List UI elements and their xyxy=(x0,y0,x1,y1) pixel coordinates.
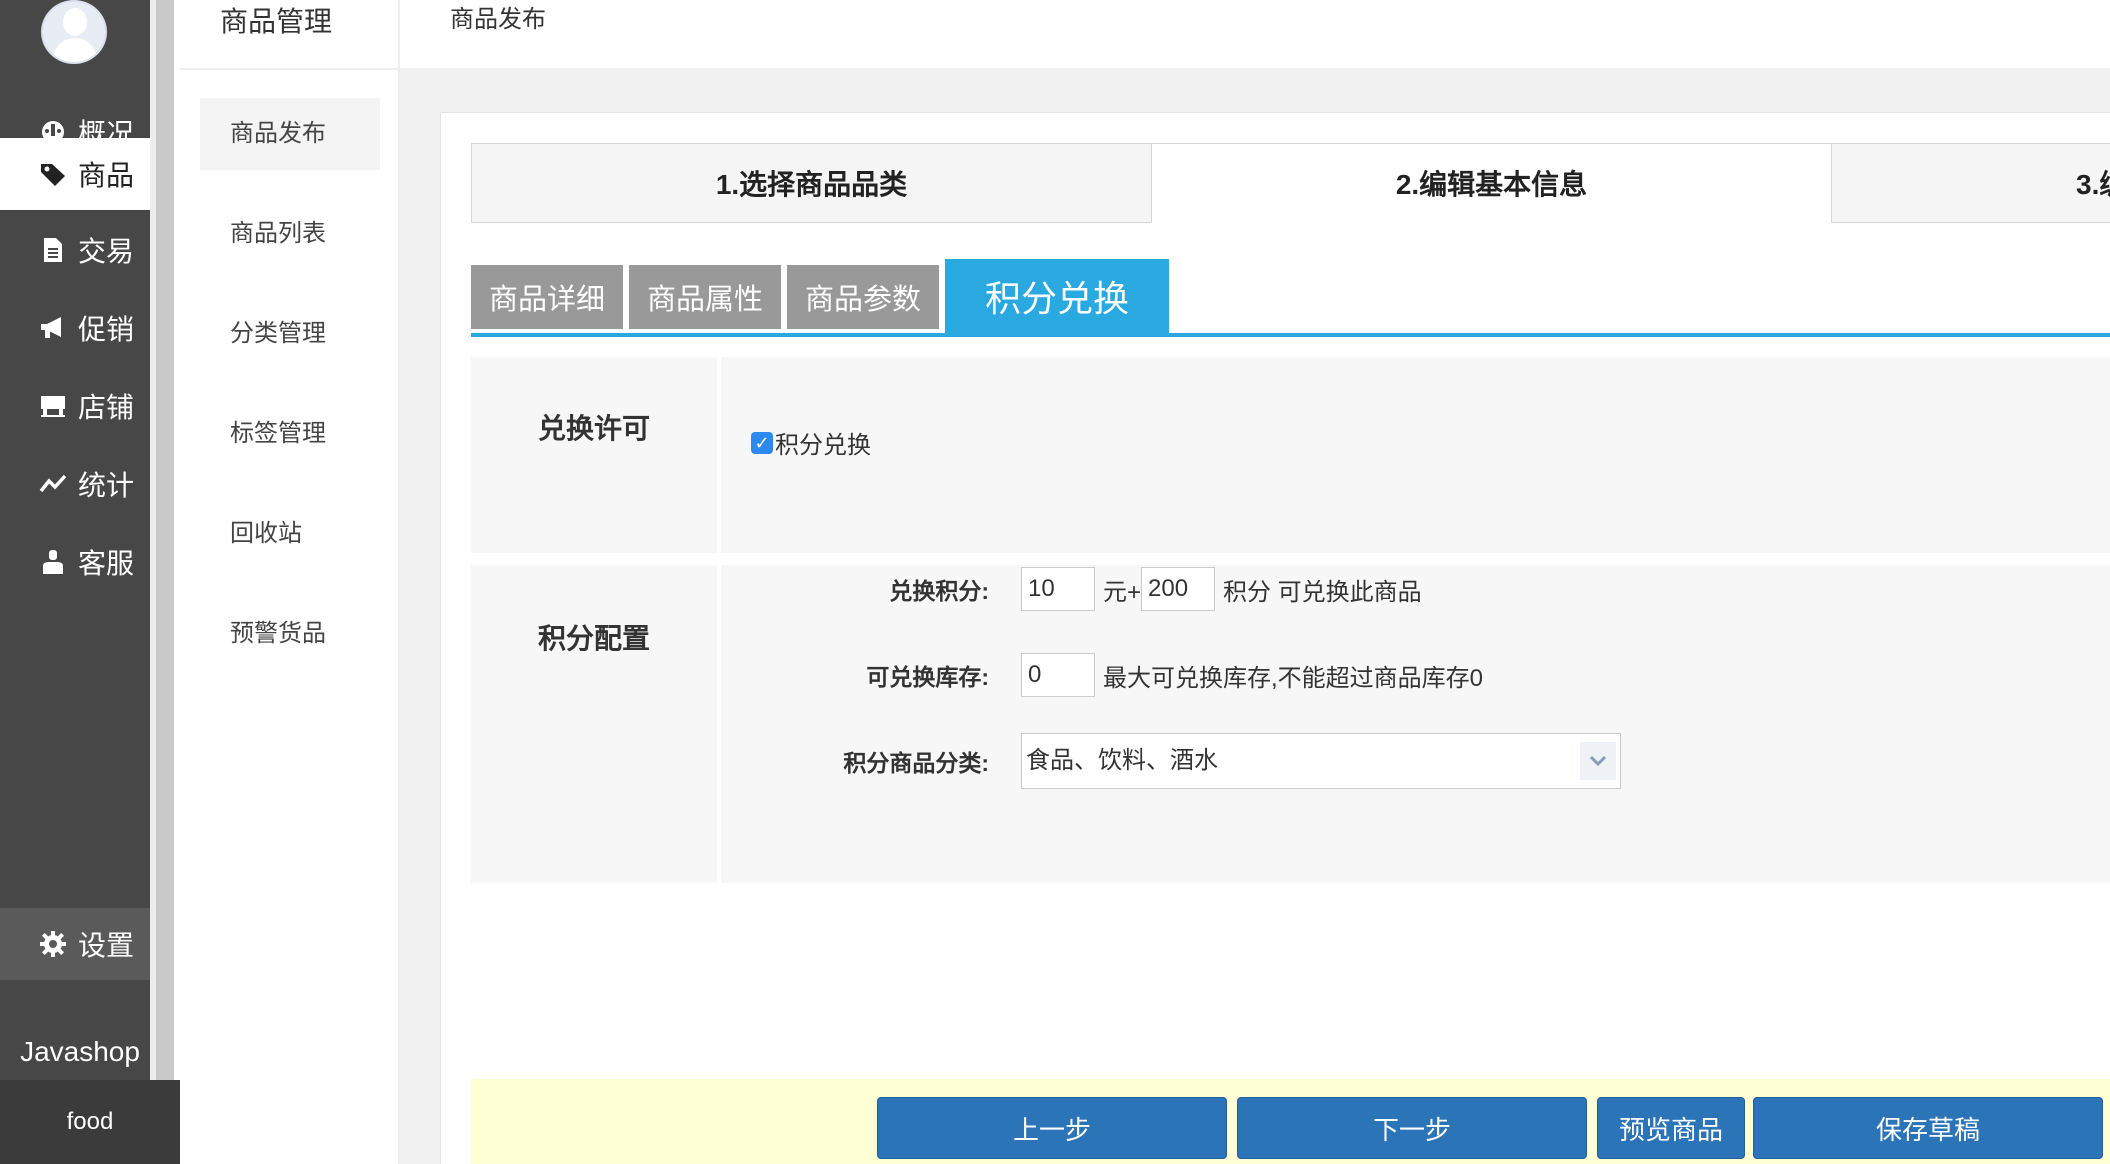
nav-label: 统计 xyxy=(78,470,135,501)
tab-parameters[interactable]: 商品参数 xyxy=(787,265,939,329)
chart-icon xyxy=(38,469,68,499)
nav-label: 客服 xyxy=(78,548,135,579)
user-icon xyxy=(38,547,68,577)
publish-card: 1.选择商品品类 2.编辑基本信息 3.编 商品详细 商品属性 商品参数 积分兑… xyxy=(440,112,2110,1164)
permit-label: 兑换许可 xyxy=(471,357,721,553)
nav-item-statistics[interactable]: 统计 xyxy=(0,448,150,520)
megaphone-icon xyxy=(38,313,68,343)
checkbox-label: 积分兑换 xyxy=(775,432,871,459)
nav-label: 促销 xyxy=(78,314,135,345)
category-row: 积分商品分类: 食品、饮料、酒水 xyxy=(721,733,1621,789)
nav-item-promotion[interactable]: 促销 xyxy=(0,292,150,364)
action-bar: 上一步 下一步 预览商品 保存草稿 xyxy=(471,1079,2110,1164)
document-icon xyxy=(38,235,68,265)
brand-name: Javashop xyxy=(20,1036,140,1067)
permit-section: 兑换许可 ✓ 积分兑换 xyxy=(471,357,2110,553)
exchange-points-label: 兑换积分: xyxy=(889,578,989,604)
nav-item-store[interactable]: 店铺 xyxy=(0,370,150,442)
points-exchange-checkbox[interactable]: ✓ 积分兑换 xyxy=(751,425,871,460)
nav-label: 商品 xyxy=(78,160,135,191)
stock-input[interactable]: 0 xyxy=(1021,653,1095,697)
category-label: 积分商品分类: xyxy=(843,750,989,776)
nav-item-trade[interactable]: 交易 xyxy=(0,214,150,286)
store-icon xyxy=(38,391,68,421)
nav-label: 交易 xyxy=(78,236,135,267)
breadcrumb: 商品发布 xyxy=(400,0,2110,68)
save-draft-button[interactable]: 保存草稿 xyxy=(1753,1097,2103,1159)
preview-button[interactable]: 预览商品 xyxy=(1597,1097,1745,1159)
points-input[interactable]: 200 xyxy=(1141,567,1216,611)
subnav-item-recycle[interactable]: 回收站 xyxy=(200,498,380,570)
nav-scrollbar[interactable] xyxy=(156,0,174,1164)
price-input[interactable]: 10 xyxy=(1021,567,1095,611)
subnav-item-category[interactable]: 分类管理 xyxy=(200,298,380,370)
step-bar: 1.选择商品品类 2.编辑基本信息 3.编 xyxy=(471,143,2110,223)
nav-item-service[interactable]: 客服 xyxy=(0,526,150,598)
tab-points-exchange[interactable]: 积分兑换 xyxy=(945,259,1169,333)
nav-item-settings[interactable]: 设置 xyxy=(0,908,150,980)
tab-bar: 商品详细 商品属性 商品参数 积分兑换 xyxy=(471,259,2110,337)
main-content: 商品发布 1.选择商品品类 2.编辑基本信息 3.编 商品详细 商品属性 商品参… xyxy=(400,0,2110,1164)
next-step-button[interactable]: 下一步 xyxy=(1237,1097,1587,1159)
subnav-item-warning[interactable]: 预警货品 xyxy=(200,598,380,670)
checkmark-icon[interactable]: ✓ xyxy=(751,431,773,454)
stock-label: 可兑换库存: xyxy=(866,664,989,690)
tab-attributes[interactable]: 商品属性 xyxy=(629,265,781,329)
prev-step-button[interactable]: 上一步 xyxy=(877,1097,1227,1159)
stock-hint: 最大可兑换库存,不能超过商品库存0 xyxy=(1103,664,1484,692)
nav-item-goods[interactable]: 商品 xyxy=(0,138,150,210)
exchange-points-row: 兑换积分: 10 元+ 200 积分 可兑换此商品 xyxy=(721,567,1430,611)
subnav-item-publish[interactable]: 商品发布 xyxy=(200,98,380,170)
nav-label: 店铺 xyxy=(78,392,135,423)
main-nav: 概况 商品 交易 促销 店铺 统计 客服 设置 Javashop xyxy=(0,0,150,1164)
store-name[interactable]: food xyxy=(0,1080,180,1164)
tag-icon xyxy=(38,159,68,189)
points-suffix-text: 积分 可兑换此商品 xyxy=(1223,578,1422,606)
subnav-title: 商品管理 xyxy=(180,0,398,70)
config-label: 积分配置 xyxy=(471,565,721,883)
step-2[interactable]: 2.编辑基本信息 xyxy=(1151,143,1832,223)
stock-row: 可兑换库存: 0 最大可兑换库存,不能超过商品库存0 xyxy=(721,653,1491,697)
step-1[interactable]: 1.选择商品品类 xyxy=(471,143,1152,223)
gear-icon xyxy=(38,929,68,959)
step-3[interactable]: 3.编 xyxy=(1831,143,2110,223)
page: 概况 商品 交易 促销 店铺 统计 客服 设置 Javashop food 商品… xyxy=(0,0,2110,1164)
yuan-plus-text: 元+ xyxy=(1103,578,1142,606)
avatar[interactable] xyxy=(41,0,107,64)
goods-subnav: 商品管理 商品发布 商品列表 分类管理 标签管理 回收站 预警货品 xyxy=(180,0,400,1164)
points-config-section: 积分配置 兑换积分: 10 元+ 200 积分 可兑换此商品 可兑换库存: 0 … xyxy=(471,565,2110,883)
tab-details[interactable]: 商品详细 xyxy=(471,265,623,329)
subnav-item-tags[interactable]: 标签管理 xyxy=(200,398,380,470)
chevron-down-icon[interactable] xyxy=(1580,742,1616,780)
nav-label: 设置 xyxy=(78,930,135,961)
subnav-item-list[interactable]: 商品列表 xyxy=(200,198,380,270)
category-selected-value: 食品、饮料、酒水 xyxy=(1026,747,1218,774)
category-select[interactable]: 食品、饮料、酒水 xyxy=(1021,733,1621,789)
